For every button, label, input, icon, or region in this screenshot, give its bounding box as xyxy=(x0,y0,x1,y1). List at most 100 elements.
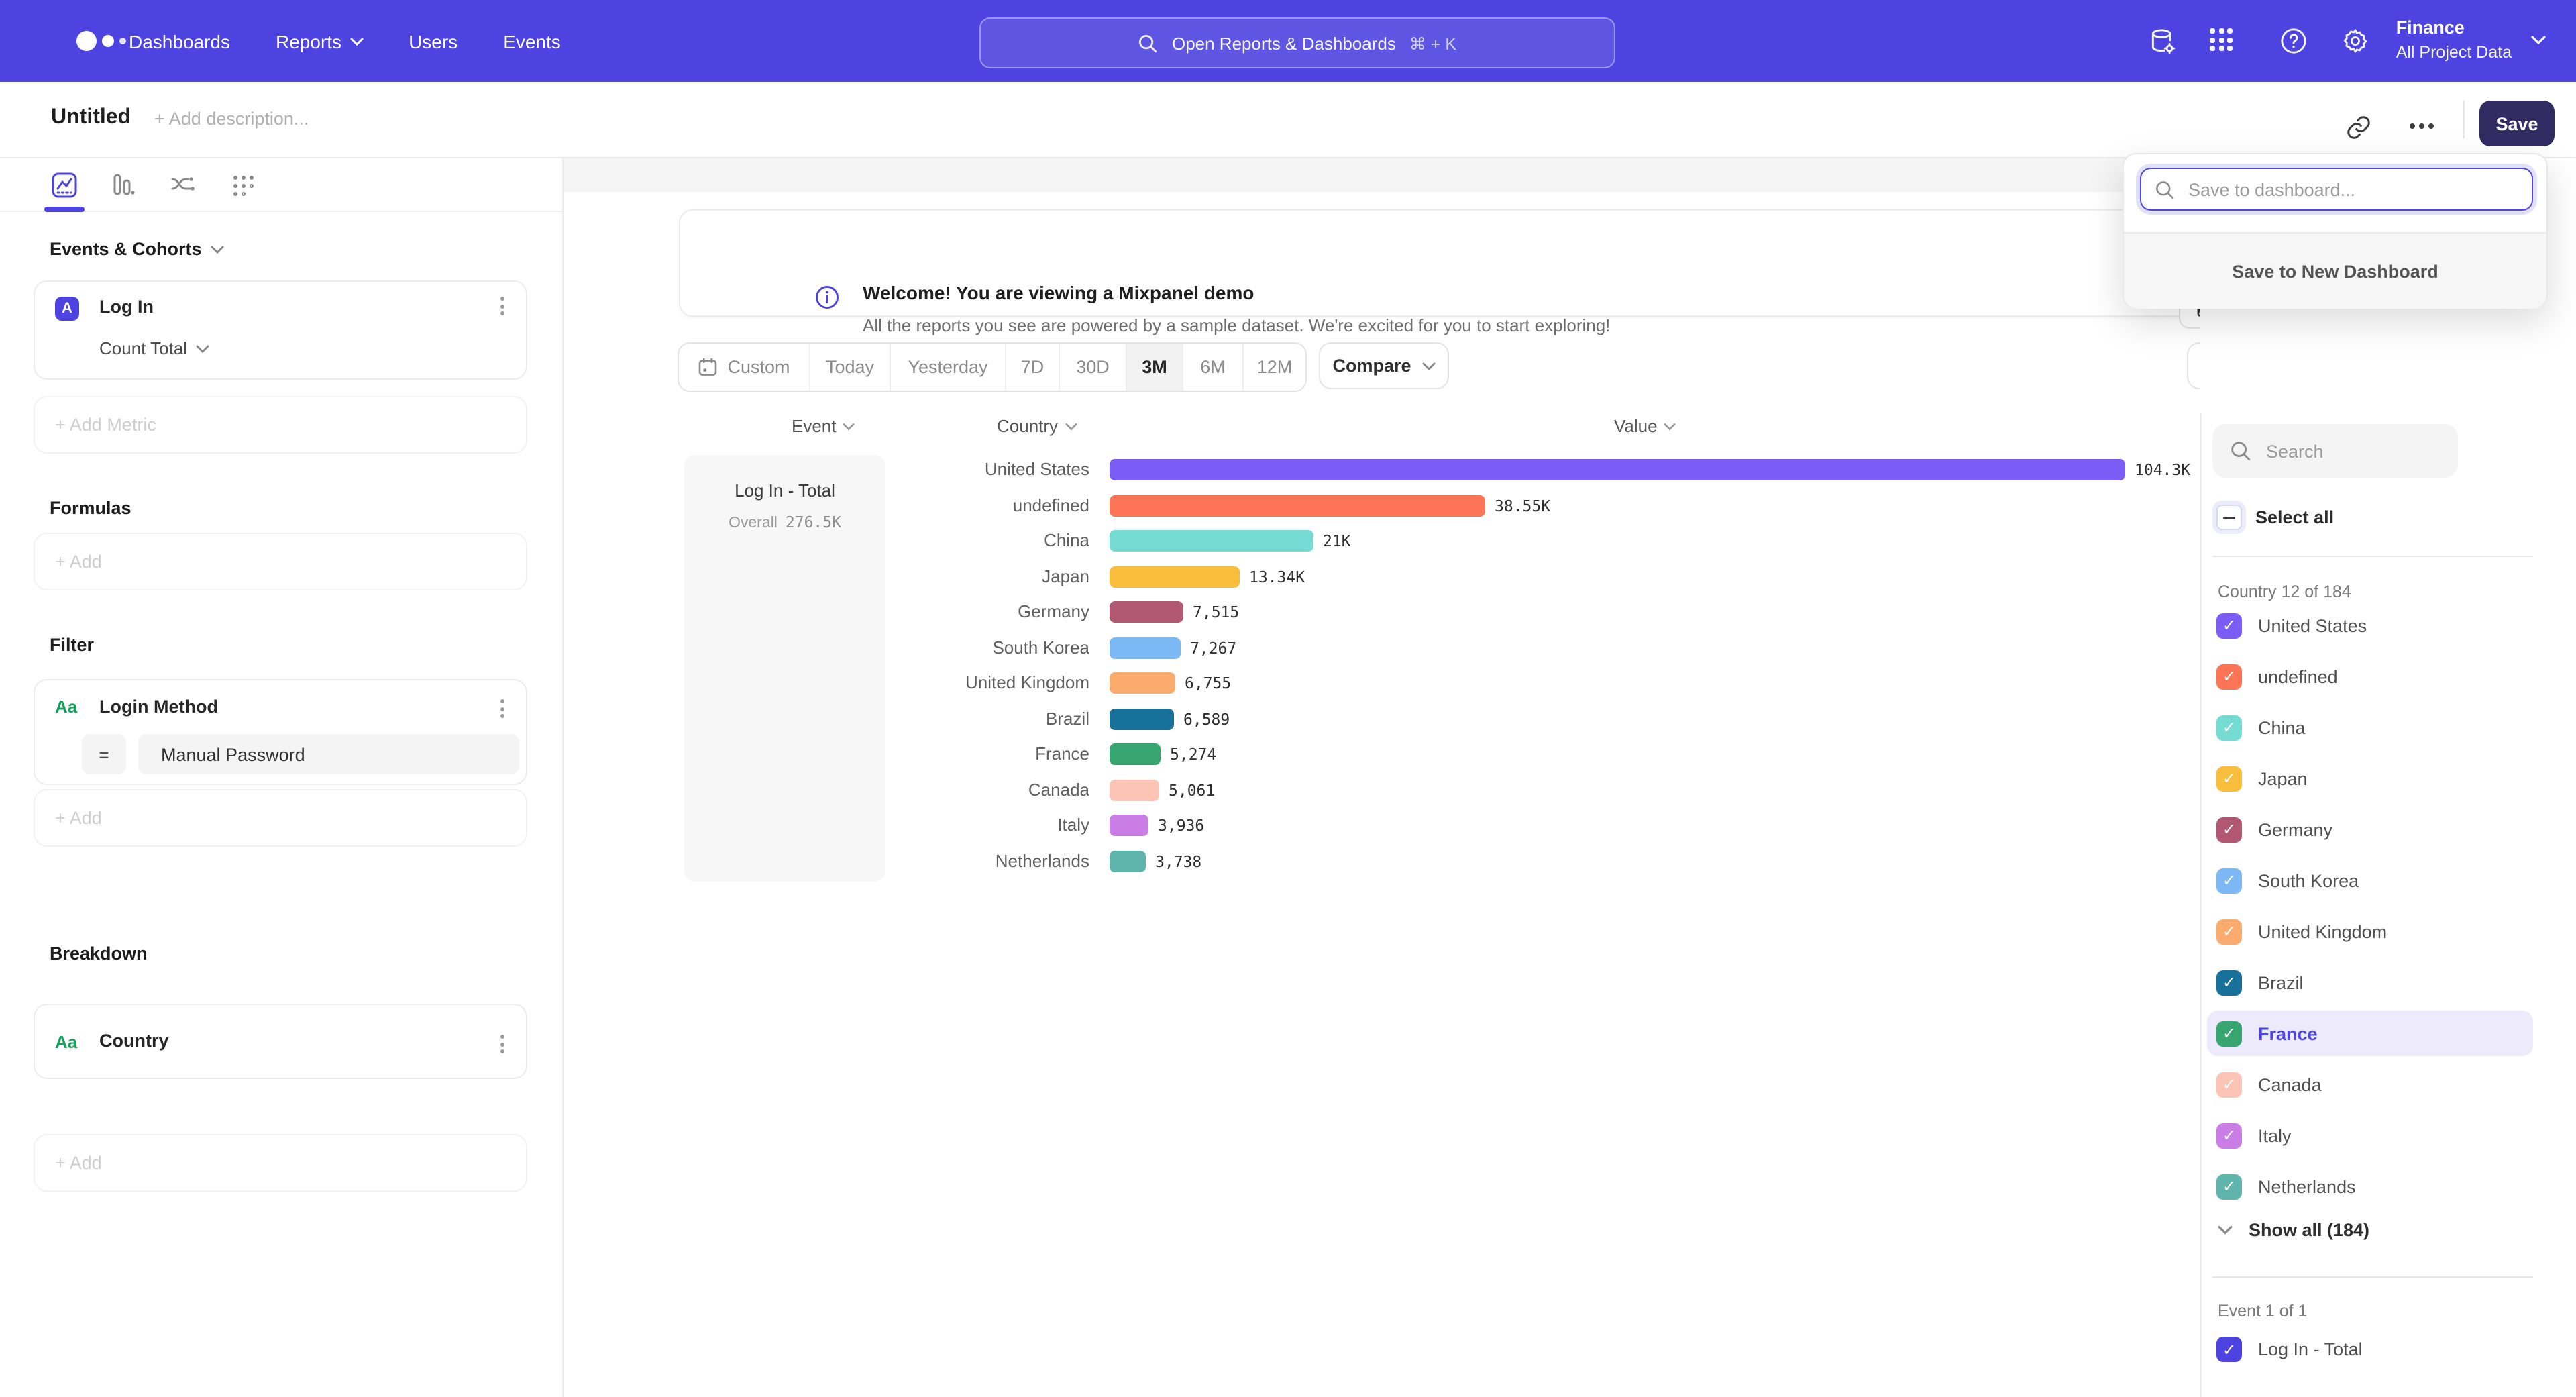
add-metric-button[interactable]: + Add Metric xyxy=(34,396,527,454)
filter-operator-selector[interactable]: = xyxy=(82,734,126,774)
breakdown-kebab-icon[interactable] xyxy=(500,1035,504,1053)
legend-checkbox[interactable]: ✓ xyxy=(2216,817,2242,842)
tab-insights[interactable] xyxy=(47,168,82,203)
legend-item-canada[interactable]: ✓Canada xyxy=(2207,1062,2533,1107)
nav-events[interactable]: Events xyxy=(503,30,561,52)
save-button[interactable]: Save xyxy=(2479,101,2555,146)
copy-link-icon[interactable] xyxy=(2345,114,2372,141)
bar-japan[interactable] xyxy=(1110,566,1240,587)
legend-item-south-korea[interactable]: ✓South Korea xyxy=(2207,858,2533,903)
add-filter-button[interactable]: + Add xyxy=(34,789,527,847)
bar-brazil[interactable] xyxy=(1110,708,1174,729)
metric-kebab-icon[interactable] xyxy=(500,297,504,315)
legend-item-united-kingdom[interactable]: ✓United Kingdom xyxy=(2207,909,2533,954)
save-to-new-dashboard-button[interactable]: Save to New Dashboard xyxy=(2124,232,2546,309)
save-dashboard-search[interactable] xyxy=(2140,168,2533,211)
legend-item-germany[interactable]: ✓Germany xyxy=(2207,807,2533,852)
apps-grid-icon[interactable] xyxy=(2210,28,2239,58)
column-header-event[interactable]: Event xyxy=(792,416,855,436)
legend-item-china[interactable]: ✓China xyxy=(2207,705,2533,750)
legend-checkbox[interactable]: ✓ xyxy=(2216,1072,2242,1097)
bar-china[interactable] xyxy=(1110,530,1313,552)
tab-retention[interactable] xyxy=(225,168,260,203)
bar-united-states[interactable] xyxy=(1110,459,2125,480)
legend-checkbox[interactable]: ✓ xyxy=(2216,1174,2242,1199)
legend-checkbox[interactable]: ✓ xyxy=(2216,715,2242,740)
breakdown-card[interactable]: Aa Country xyxy=(34,1004,527,1079)
date-range-30d[interactable]: 30D xyxy=(1060,344,1127,391)
legend-checkbox[interactable]: ✓ xyxy=(2216,664,2242,689)
global-search-button[interactable]: Open Reports & Dashboards ⌘ + K xyxy=(979,17,1615,68)
legend-checkbox[interactable]: ✓ xyxy=(2216,919,2242,944)
date-range-7d[interactable]: 7D xyxy=(1006,344,1060,391)
bar-netherlands[interactable] xyxy=(1110,850,1146,872)
metric-aggregation-dropdown[interactable]: Count Total xyxy=(99,338,209,358)
filter-property-name[interactable]: Login Method xyxy=(99,696,218,717)
more-options-icon[interactable] xyxy=(2408,122,2435,149)
breakdown-property-name[interactable]: Country xyxy=(99,1031,169,1051)
metric-card[interactable]: A Log In Count Total xyxy=(34,280,527,380)
save-dashboard-input[interactable] xyxy=(2186,178,2500,201)
filter-kebab-icon[interactable] xyxy=(500,699,504,718)
legend-event-item[interactable]: ✓ Log In - Total xyxy=(2216,1337,2363,1362)
legend-item-brazil[interactable]: ✓Brazil xyxy=(2207,960,2533,1005)
legend-item-netherlands[interactable]: ✓Netherlands xyxy=(2207,1163,2533,1209)
compare-button[interactable]: Compare xyxy=(1319,342,1449,389)
nav-reports[interactable]: Reports xyxy=(276,30,363,52)
legend-checkbox[interactable]: ✓ xyxy=(2216,1021,2242,1046)
column-header-country[interactable]: Country xyxy=(997,416,1077,436)
add-breakdown-button[interactable]: + Add xyxy=(34,1134,527,1192)
legend-checkbox[interactable]: ✓ xyxy=(2216,766,2242,791)
column-header-value[interactable]: Value xyxy=(1614,416,1676,436)
date-range-custom[interactable]: Custom xyxy=(679,344,810,391)
legend-search[interactable] xyxy=(2212,424,2458,478)
bar-france[interactable] xyxy=(1110,743,1161,765)
legend-checkbox[interactable]: ✓ xyxy=(2216,868,2242,893)
date-range-today[interactable]: Today xyxy=(810,344,891,391)
legend-checkbox[interactable]: ✓ xyxy=(2216,613,2242,638)
bar-germany[interactable] xyxy=(1110,601,1183,623)
date-range-yesterday[interactable]: Yesterday xyxy=(891,344,1006,391)
nav-dashboards[interactable]: Dashboards xyxy=(129,30,230,52)
report-title[interactable]: Untitled xyxy=(51,106,131,130)
tab-funnels[interactable] xyxy=(106,168,141,203)
nav-users[interactable]: Users xyxy=(409,30,458,52)
bar-value-label: 21K xyxy=(1323,530,1351,552)
add-formula-button[interactable]: + Add xyxy=(34,533,527,590)
filter-value-selector[interactable]: Manual Password xyxy=(138,734,519,774)
legend-event-checkbox[interactable]: ✓ xyxy=(2216,1337,2242,1362)
date-range-12m[interactable]: 12M xyxy=(1244,344,1305,391)
select-all-checkbox[interactable] xyxy=(2216,505,2242,530)
show-all-button[interactable]: Show all (184) xyxy=(2218,1220,2369,1240)
project-chevron-down-icon[interactable] xyxy=(2530,35,2546,46)
filter-card[interactable]: Aa Login Method = Manual Password xyxy=(34,679,527,785)
events-cohorts-section-label[interactable]: Events & Cohorts xyxy=(50,239,225,259)
legend-item-france[interactable]: ✓France xyxy=(2207,1011,2533,1056)
formulas-label: Formulas xyxy=(50,498,131,518)
select-all-row[interactable]: Select all xyxy=(2216,505,2334,530)
bar-south-korea[interactable] xyxy=(1110,637,1181,658)
legend-checkbox[interactable]: ✓ xyxy=(2216,1123,2242,1148)
legend-item-united-states[interactable]: ✓United States xyxy=(2207,603,2533,648)
legend-item-undefined[interactable]: ✓undefined xyxy=(2207,654,2533,699)
report-description-placeholder[interactable]: + Add description... xyxy=(154,109,309,129)
date-range-6m[interactable]: 6M xyxy=(1183,344,1244,391)
project-switcher[interactable]: Finance All Project Data xyxy=(2396,15,2512,64)
metric-name[interactable]: Log In xyxy=(99,297,154,317)
date-range-3m[interactable]: 3M xyxy=(1127,344,1183,391)
legend-item-italy[interactable]: ✓Italy xyxy=(2207,1113,2533,1158)
search-icon xyxy=(2230,440,2251,462)
legend-item-japan[interactable]: ✓Japan xyxy=(2207,756,2533,801)
settings-gear-icon[interactable] xyxy=(2341,27,2371,56)
bar-canada[interactable] xyxy=(1110,779,1159,800)
bar-undefined[interactable] xyxy=(1110,495,1485,516)
tab-flows[interactable] xyxy=(165,168,200,203)
bar-united-kingdom[interactable] xyxy=(1110,672,1175,694)
date-range-group: CustomTodayYesterday7D30D3M6M12M xyxy=(678,342,1307,392)
data-management-icon[interactable] xyxy=(2148,27,2178,56)
help-icon[interactable] xyxy=(2279,27,2309,56)
mixpanel-logo-icon[interactable] xyxy=(76,30,133,54)
legend-search-input[interactable] xyxy=(2263,439,2443,462)
bar-italy[interactable] xyxy=(1110,815,1148,836)
legend-checkbox[interactable]: ✓ xyxy=(2216,970,2242,995)
